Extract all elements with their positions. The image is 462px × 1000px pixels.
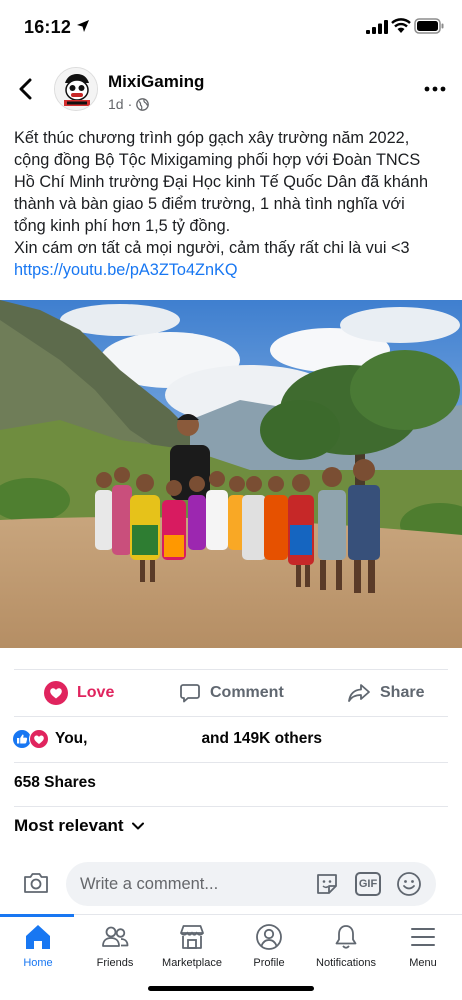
home-icon bbox=[26, 925, 50, 949]
post-text-line: Xin cám ơn tất cả mọi người, cảm thấy rấ… bbox=[14, 239, 410, 257]
heart-reaction-icon bbox=[29, 729, 49, 749]
nav-profile[interactable]: Profile bbox=[225, 922, 313, 969]
reactions-you: You, bbox=[55, 730, 88, 747]
nav-label: Profile bbox=[253, 957, 285, 969]
status-time: 16:12 bbox=[24, 17, 72, 37]
profile-icon bbox=[256, 924, 282, 950]
divider bbox=[14, 806, 448, 807]
reactions-summary[interactable]: You, and 149K others bbox=[12, 727, 322, 751]
gif-button[interactable]: GIF bbox=[355, 872, 381, 896]
location-arrow-icon bbox=[77, 20, 89, 32]
love-label: Love bbox=[77, 684, 115, 701]
share-icon bbox=[348, 684, 370, 702]
comment-button[interactable]: Comment bbox=[179, 680, 284, 706]
nav-label: Notifications bbox=[316, 957, 376, 969]
nav-label: Home bbox=[23, 957, 53, 969]
avatar-image bbox=[55, 68, 97, 110]
nav-label: Menu bbox=[409, 957, 437, 969]
marketplace-icon bbox=[180, 925, 204, 949]
love-button[interactable]: Love bbox=[44, 680, 114, 706]
share-button[interactable]: Share bbox=[347, 680, 424, 706]
nav-home[interactable]: Home bbox=[0, 922, 82, 969]
wifi-icon bbox=[391, 18, 411, 33]
nav-label: Friends bbox=[96, 957, 134, 969]
post-text: Kết thúc chương trình góp gạch xây trườn… bbox=[14, 127, 450, 281]
sticker-icon[interactable] bbox=[314, 871, 340, 897]
back-arrow-icon[interactable] bbox=[16, 78, 36, 100]
friends-icon bbox=[102, 926, 129, 947]
page-name[interactable]: MixiGaming bbox=[108, 72, 204, 92]
reactions-others: and 149K others bbox=[201, 730, 323, 747]
photo-scene bbox=[0, 300, 462, 648]
reaction-icons bbox=[12, 729, 49, 749]
camera-icon[interactable] bbox=[22, 869, 50, 897]
divider bbox=[14, 669, 448, 670]
post-text-line: thành và bàn giao 5 điểm trường, 1 nhà t… bbox=[14, 195, 405, 213]
comment-icon bbox=[180, 684, 200, 703]
meta-separator: · bbox=[127, 96, 133, 112]
comment-label: Comment bbox=[210, 684, 284, 701]
post-text-line: cộng đồng Bộ Tộc Mixigaming phối hợp với… bbox=[14, 151, 421, 169]
divider bbox=[14, 716, 448, 717]
post-meta: 1d · bbox=[108, 96, 150, 112]
emoji-icon[interactable] bbox=[396, 871, 422, 897]
post-text-line: Kết thúc chương trình góp gạch xây trườn… bbox=[14, 129, 410, 147]
nav-notifications[interactable]: Notifications bbox=[302, 922, 390, 969]
sort-label: Most relevant bbox=[14, 816, 124, 835]
nav-friends[interactable]: Friends bbox=[71, 922, 159, 969]
comment-sort-dropdown[interactable]: Most relevant bbox=[14, 816, 144, 836]
nav-label: Marketplace bbox=[162, 957, 222, 969]
nav-menu[interactable]: Menu bbox=[379, 922, 462, 969]
post-link[interactable]: https://youtu.be/pA3ZTo4ZnKQ bbox=[14, 261, 238, 279]
nav-marketplace[interactable]: Marketplace bbox=[148, 922, 236, 969]
menu-icon bbox=[411, 928, 435, 946]
share-label: Share bbox=[380, 684, 425, 701]
post-time[interactable]: 1d bbox=[108, 96, 124, 112]
status-bar: 16:12 bbox=[0, 0, 462, 50]
battery-icon bbox=[414, 18, 444, 34]
post-text-line: Hồ Chí Minh trường Đại Học kinh Tế Quốc … bbox=[14, 173, 429, 191]
redacted-name bbox=[91, 731, 195, 747]
shares-count[interactable]: 658 Shares bbox=[14, 774, 96, 792]
globe-icon bbox=[136, 97, 150, 111]
post-text-line: tổng kinh phí hơn 1,5 tỷ đồng. bbox=[14, 217, 231, 235]
heart-icon bbox=[44, 681, 68, 705]
post-photo[interactable] bbox=[0, 300, 462, 648]
page-avatar[interactable] bbox=[54, 67, 98, 111]
cellular-signal-icon bbox=[366, 20, 388, 34]
divider bbox=[14, 762, 448, 763]
chevron-down-icon bbox=[131, 822, 144, 830]
more-options-icon[interactable] bbox=[424, 79, 446, 99]
active-tab-indicator bbox=[0, 914, 74, 917]
bell-icon bbox=[335, 925, 357, 949]
home-indicator bbox=[148, 986, 314, 991]
